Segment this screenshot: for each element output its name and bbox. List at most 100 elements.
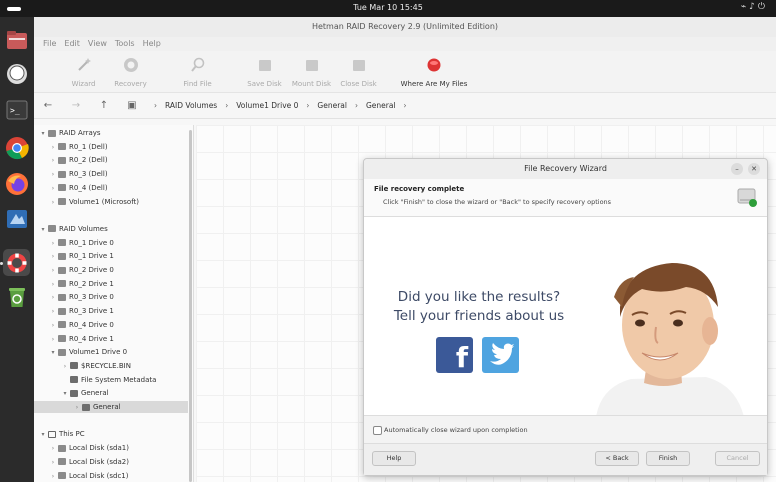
expand-arrow-icon[interactable]: › xyxy=(48,457,58,469)
dialog-options: Automatically close wizard upon completi… xyxy=(364,415,767,443)
expand-arrow-icon[interactable]: › xyxy=(48,334,58,346)
tree-item[interactable]: › R0_2 (Dell) xyxy=(34,154,188,166)
expand-arrow-icon[interactable]: › xyxy=(48,169,58,181)
dialog-subheading: Click "Finish" to close the wizard or "B… xyxy=(383,198,612,206)
tree-item[interactable]: › R0_4 (Dell) xyxy=(34,182,188,194)
tree-item[interactable]: ▾ This PC xyxy=(34,428,188,440)
menu-edit[interactable]: Edit xyxy=(60,37,84,51)
tree-item[interactable]: › R0_3 (Dell) xyxy=(34,168,188,180)
back-button[interactable]: < Back xyxy=(595,451,639,466)
menu-file[interactable]: File xyxy=(39,37,60,51)
tree-item-label: $RECYCLE.BIN xyxy=(81,361,131,370)
power-icon: ⏻ xyxy=(757,2,768,12)
disk-icon xyxy=(58,170,66,178)
mount-disk-button[interactable]: Mount Disk xyxy=(288,51,335,88)
collapse-arrow-icon[interactable]: ▾ xyxy=(38,128,48,140)
expand-arrow-icon[interactable]: › xyxy=(48,471,58,482)
cancel-button[interactable]: Cancel xyxy=(715,451,760,466)
software-icon[interactable] xyxy=(3,205,30,232)
menu-view[interactable]: View xyxy=(84,37,111,51)
disk-icon xyxy=(58,307,66,315)
expand-arrow-icon[interactable]: › xyxy=(48,197,58,209)
find-file-button[interactable]: Find File xyxy=(174,51,221,88)
expand-arrow-icon[interactable]: › xyxy=(48,292,58,304)
tree-item[interactable]: › R0_3 Drive 1 xyxy=(34,305,188,317)
tree-item[interactable]: › R0_1 Drive 1 xyxy=(34,250,188,262)
expand-arrow-icon[interactable]: › xyxy=(48,265,58,277)
where-are-my-files-button[interactable]: Where Are My Files xyxy=(392,51,476,88)
expand-arrow-icon[interactable]: › xyxy=(48,443,58,455)
breadcrumb-volume1-drive0[interactable]: Volume1 Drive 0 xyxy=(236,101,298,110)
facebook-icon[interactable]: f xyxy=(436,337,473,374)
tree-item[interactable]: › R0_4 Drive 1 xyxy=(34,333,188,345)
collapse-arrow-icon[interactable]: ▾ xyxy=(38,224,48,236)
tree-scrollbar[interactable] xyxy=(189,130,192,482)
files-icon[interactable] xyxy=(3,26,30,53)
expand-arrow-icon[interactable]: › xyxy=(48,320,58,332)
recycle-icon[interactable] xyxy=(3,283,30,310)
collapse-arrow-icon[interactable]: ▾ xyxy=(38,429,48,441)
help-button[interactable]: Help xyxy=(372,451,416,466)
disk-check-icon xyxy=(737,188,757,207)
tree-item[interactable]: › R0_1 (Dell) xyxy=(34,141,188,153)
expand-arrow-icon[interactable]: › xyxy=(48,251,58,263)
disk-icon xyxy=(58,348,66,356)
auto-close-checkbox[interactable] xyxy=(373,426,382,435)
expand-arrow-icon[interactable]: › xyxy=(48,306,58,318)
tree-item[interactable]: › $RECYCLE.BIN xyxy=(34,360,188,372)
tree-item[interactable]: › Local Disk (sda2) xyxy=(34,456,188,468)
tree-item[interactable]: › Volume1 (Microsoft) xyxy=(34,196,188,208)
close-disk-button[interactable]: Close Disk xyxy=(335,51,382,88)
tree-item[interactable]: › R0_2 Drive 0 xyxy=(34,264,188,276)
breadcrumb-separator: › xyxy=(225,101,229,110)
expand-arrow-icon[interactable]: › xyxy=(72,402,82,414)
minimize-icon[interactable]: – xyxy=(731,163,743,175)
tree-item-label: RAID Volumes xyxy=(59,224,108,233)
disk-icon xyxy=(48,225,56,233)
forward-arrow-icon[interactable]: → xyxy=(62,100,90,111)
system-clock[interactable]: Tue Mar 10 15:45 xyxy=(0,3,776,12)
terminal-icon[interactable]: >_ xyxy=(3,96,30,123)
system-tray[interactable]: ⌁♪⏻ xyxy=(741,2,768,12)
menu-help[interactable]: Help xyxy=(139,37,165,51)
recovery-button[interactable]: Recovery xyxy=(107,51,154,88)
tree-item[interactable]: › R0_4 Drive 0 xyxy=(34,319,188,331)
chat-icon[interactable] xyxy=(3,60,30,87)
finish-button[interactable]: Finish xyxy=(646,451,690,466)
expand-arrow-icon[interactable]: › xyxy=(60,361,70,373)
breadcrumb-general[interactable]: General xyxy=(317,101,347,110)
wizard-button[interactable]: Wizard xyxy=(60,51,107,88)
expand-arrow-icon[interactable]: › xyxy=(48,183,58,195)
collapse-arrow-icon[interactable]: ▾ xyxy=(60,388,70,400)
tree-item-label: R0_1 (Dell) xyxy=(69,142,108,151)
expand-arrow-icon[interactable]: › xyxy=(48,142,58,154)
breadcrumb-general-2[interactable]: General xyxy=(366,101,396,110)
disk-icon xyxy=(58,184,66,192)
firefox-icon[interactable] xyxy=(3,170,30,197)
tree-item[interactable]: ▾ RAID Arrays xyxy=(34,127,188,139)
back-arrow-icon[interactable]: ← xyxy=(34,100,62,111)
tree-item[interactable]: ▾ Volume1 Drive 0 xyxy=(34,346,188,358)
expand-arrow-icon[interactable]: › xyxy=(48,238,58,250)
expand-arrow-icon[interactable]: › xyxy=(48,279,58,291)
tree-item[interactable]: › R0_1 Drive 0 xyxy=(34,237,188,249)
close-icon[interactable]: ✕ xyxy=(748,163,760,175)
tree-item[interactable]: › General xyxy=(34,401,188,413)
tree-item[interactable]: › R0_2 Drive 1 xyxy=(34,278,188,290)
expand-arrow-icon[interactable]: › xyxy=(48,155,58,167)
twitter-icon[interactable] xyxy=(482,337,519,373)
breadcrumb-raid-volumes[interactable]: RAID Volumes xyxy=(165,101,217,110)
tree-item[interactable]: ▾ RAID Volumes xyxy=(34,223,188,235)
tree-item[interactable]: ▾ General xyxy=(34,387,188,399)
up-arrow-icon[interactable]: ↑ xyxy=(90,100,118,111)
tree-item[interactable]: File System Metadata xyxy=(34,374,188,386)
menu-tools[interactable]: Tools xyxy=(111,37,139,51)
disk-icon xyxy=(58,266,66,274)
collapse-arrow-icon[interactable]: ▾ xyxy=(48,347,58,359)
tree-item[interactable]: › Local Disk (sda1) xyxy=(34,442,188,454)
save-disk-button[interactable]: Save Disk xyxy=(241,51,288,88)
tree-item[interactable]: › R0_3 Drive 0 xyxy=(34,291,188,303)
tree-item[interactable]: › Local Disk (sdc1) xyxy=(34,470,188,482)
lifebuoy-icon[interactable] xyxy=(3,249,30,276)
chrome-icon[interactable] xyxy=(3,134,30,161)
